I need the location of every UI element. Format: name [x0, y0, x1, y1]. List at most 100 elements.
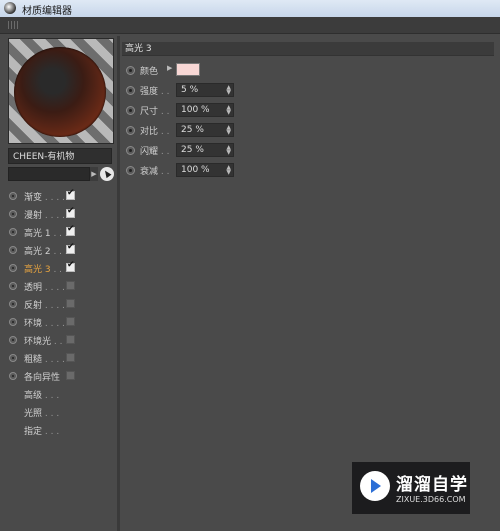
glare-value: 25 % [181, 145, 204, 155]
spinner-icon[interactable]: ▲ ▼ [226, 105, 231, 116]
channel-item-active[interactable]: 高光 3 . . . [6, 260, 116, 276]
extra-item[interactable]: 光照 . . . [6, 404, 116, 420]
property-label: 衰减 [140, 167, 159, 177]
spinner-icon[interactable]: ▲ ▼ [226, 125, 231, 136]
contrast-input[interactable]: 25 % ▲ ▼ [176, 123, 234, 137]
channel-item[interactable]: 各向异性 [6, 368, 116, 384]
expand-arrow-icon[interactable]: ▶ [167, 64, 172, 72]
radio-icon[interactable] [9, 192, 17, 200]
spinner-icon[interactable]: ▲ ▼ [226, 145, 231, 156]
extra-label: 高级 [24, 391, 43, 401]
property-label: 闪耀 [140, 147, 159, 157]
glare-input[interactable]: 25 % ▲ ▼ [176, 143, 234, 157]
channel-item[interactable]: 透明 . . . . [6, 278, 116, 294]
window-title: 材质编辑器 [22, 6, 72, 17]
property-label: 强度 [140, 87, 159, 97]
property-label: 颜色 [140, 67, 159, 77]
channel-label: 反射 [24, 301, 43, 311]
radio-icon[interactable] [9, 336, 17, 344]
extra-dots: . . . [42, 427, 60, 437]
size-input[interactable]: 100 % ▲ ▼ [176, 103, 234, 117]
channel-item[interactable]: 环境光 . . [6, 332, 116, 348]
radio-icon[interactable] [9, 246, 17, 254]
channel-checkbox[interactable] [66, 281, 75, 290]
property-label: 尺寸 [140, 107, 159, 117]
radio-icon[interactable] [9, 354, 17, 362]
radio-icon[interactable] [126, 86, 135, 95]
channel-label: 渐变 [24, 193, 43, 203]
property-color: 颜色 ▶ [122, 62, 500, 78]
material-name-field[interactable]: CHEEN-有机物 [8, 148, 112, 164]
radio-icon[interactable] [9, 210, 17, 218]
channel-checkbox[interactable] [66, 260, 75, 272]
radio-icon[interactable] [126, 66, 135, 75]
channel-label: 透明 [24, 283, 43, 293]
channel-dots: . . . . [42, 355, 65, 365]
property-dots: . . [158, 147, 170, 157]
strength-value: 5 % [181, 85, 199, 95]
radio-icon[interactable] [126, 106, 135, 115]
color-swatch[interactable] [176, 63, 200, 76]
extra-label: 光照 [24, 409, 43, 419]
channel-label: 高光 1 [24, 229, 51, 239]
property-dots: . . [158, 107, 170, 117]
watermark: 溜溜自学 ZIXUE.3D66.COM [352, 462, 470, 514]
property-strength: 强度 . . 5 % ▲ ▼ [122, 82, 500, 98]
strength-input[interactable]: 5 % ▲ ▼ [176, 83, 234, 97]
channel-item[interactable]: 高光 2 . . . [6, 242, 116, 258]
radio-icon[interactable] [9, 318, 17, 326]
property-dots: . . [158, 127, 170, 137]
radio-icon[interactable] [126, 166, 135, 175]
channel-item[interactable]: 反射 . . . . [6, 296, 116, 312]
spinner-icon[interactable]: ▲ ▼ [226, 165, 231, 176]
channel-dots: . . . . [42, 319, 65, 329]
radio-icon[interactable] [9, 264, 17, 272]
channel-checkbox[interactable] [66, 206, 75, 218]
radio-icon[interactable] [9, 282, 17, 290]
channel-label: 漫射 [24, 211, 43, 221]
channel-item[interactable]: 粗糙 . . . . [6, 350, 116, 366]
grip-handle-icon[interactable] [8, 21, 18, 29]
falloff-value: 100 % [181, 165, 210, 175]
radio-icon[interactable] [126, 146, 135, 155]
channel-checkbox[interactable] [66, 353, 75, 362]
channel-item[interactable]: 高光 1 . . . [6, 224, 116, 240]
channel-dots: . . . . [42, 211, 65, 221]
channel-checkbox[interactable] [66, 224, 75, 236]
channel-item[interactable]: 渐变 . . . . [6, 188, 116, 204]
property-size: 尺寸 . . 100 % ▲ ▼ [122, 102, 500, 118]
property-label: 对比 [140, 127, 159, 137]
extra-item[interactable]: 指定 . . . [6, 422, 116, 438]
radio-icon[interactable] [126, 126, 135, 135]
channel-checkbox[interactable] [66, 371, 75, 380]
radio-icon[interactable] [9, 372, 17, 380]
channel-dots: . . . . [42, 301, 65, 311]
radio-icon[interactable] [9, 228, 17, 236]
channel-checkbox[interactable] [66, 317, 75, 326]
size-value: 100 % [181, 105, 210, 115]
property-dots: . . [158, 87, 170, 97]
channel-checkbox[interactable] [66, 335, 75, 344]
channel-checkbox[interactable] [66, 242, 75, 254]
property-dots: . . [158, 167, 170, 177]
property-falloff: 衰减 . . 100 % ▲ ▼ [122, 162, 500, 178]
channel-item[interactable]: 漫射 . . . . [6, 206, 116, 222]
channel-item[interactable]: 环境 . . . . [6, 314, 116, 330]
channel-dots: . . . . [42, 193, 65, 203]
contrast-value: 25 % [181, 125, 204, 135]
channel-checkbox[interactable] [66, 299, 75, 308]
radio-icon[interactable] [9, 300, 17, 308]
extra-item[interactable]: 高级 . . . [6, 386, 116, 402]
pick-cursor-icon[interactable] [100, 167, 114, 181]
expand-arrow-icon[interactable]: ▶ [90, 167, 98, 181]
watermark-title: 溜溜自学 [396, 475, 468, 495]
attributes-panel: 高光 3 颜色 ▶ 强度 . . 5 % ▲ ▼ 尺寸 . . 100 % ▲ ▼ 对比… [122, 40, 500, 531]
link-field[interactable] [8, 167, 90, 181]
spinner-icon[interactable]: ▲ ▼ [226, 85, 231, 96]
material-preview[interactable] [8, 38, 114, 144]
extra-label: 指定 [24, 427, 43, 437]
panel-divider[interactable] [117, 36, 120, 531]
channel-checkbox[interactable] [66, 188, 75, 200]
channel-dots: . . [51, 337, 63, 347]
falloff-input[interactable]: 100 % ▲ ▼ [176, 163, 234, 177]
